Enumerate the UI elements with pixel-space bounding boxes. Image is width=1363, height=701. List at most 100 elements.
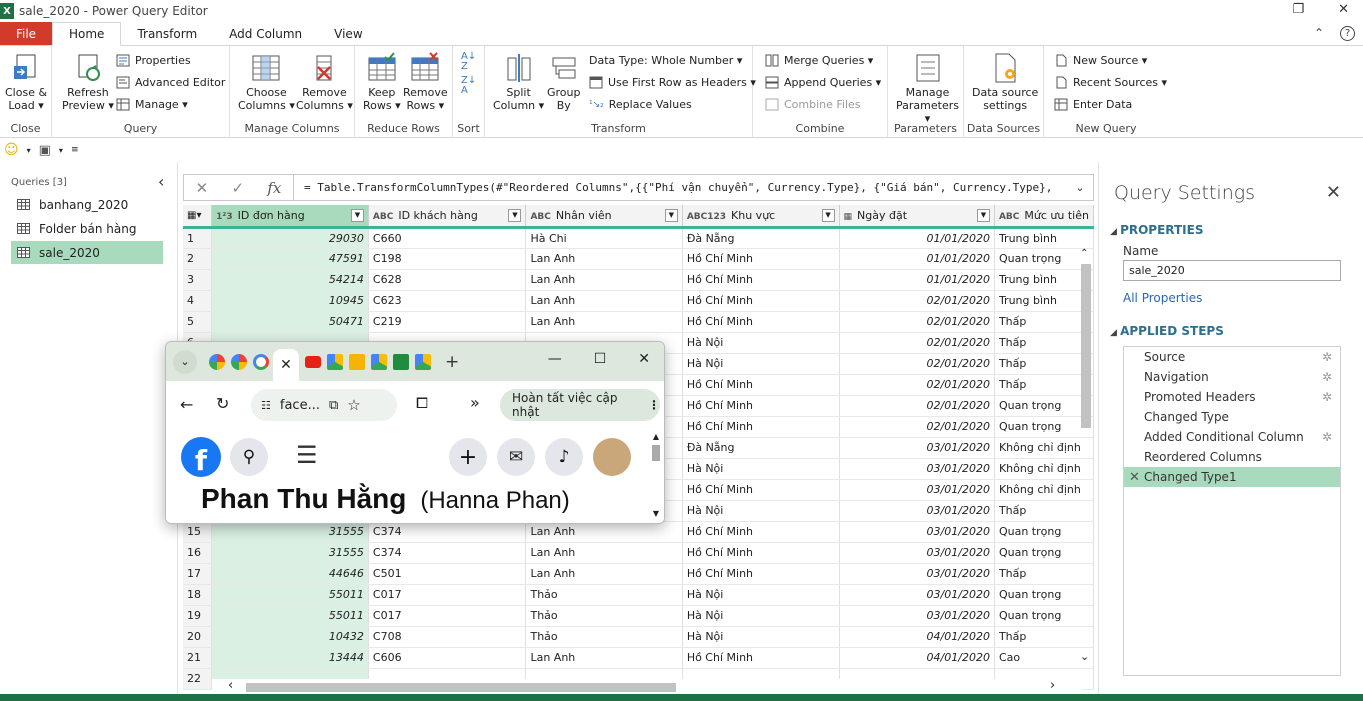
row-number[interactable]: 22 [183, 668, 213, 690]
collapse-ribbon-icon[interactable]: ⌃ [1314, 26, 1324, 41]
fx-icon[interactable]: fx [267, 179, 281, 197]
more-tools-icon[interactable]: » [470, 393, 480, 412]
close-icon[interactable]: ✕ [1338, 2, 1349, 17]
table-cell[interactable]: C501 [368, 563, 527, 585]
fb-notifications-icon[interactable]: ♪ [545, 438, 583, 476]
chrome-scrollbar[interactable]: ▲ ▼ [650, 432, 662, 522]
table-cell[interactable]: Lan Anh [525, 647, 683, 669]
slides-favicon-icon[interactable] [349, 353, 365, 370]
table-row[interactable]: 2 47591 C198 Lan Anh Hồ Chí Minh 01/01/2020 Qu… [183, 248, 1094, 270]
combine-files-button[interactable]: Combine Files [765, 98, 861, 111]
enter-data-button[interactable]: Enter Data [1054, 98, 1132, 111]
table-cell[interactable]: Hà Chi [525, 227, 683, 249]
column-filter-icon[interactable]: ▼ [976, 209, 990, 222]
table-row[interactable]: 1 29030 C660 Hà Chi Đà Nẵng 01/01/2020 Trung b… [183, 227, 1094, 249]
table-cell[interactable]: 04/01/2020 [839, 626, 995, 648]
table-cell[interactable]: Thảo [525, 605, 683, 627]
table-cell[interactable]: Hồ Chí Minh [682, 269, 840, 291]
cancel-formula-icon[interactable]: ✕ [196, 179, 209, 197]
row-number[interactable]: 18 [183, 584, 213, 606]
fb-messenger-icon[interactable]: ✉ [497, 438, 535, 476]
google-favicon-icon[interactable] [253, 353, 269, 370]
table-cell[interactable]: C628 [368, 269, 527, 291]
table-cell[interactable]: C374 [368, 521, 527, 543]
table-cell[interactable]: 02/01/2020 [839, 353, 995, 375]
scroll-up-icon[interactable]: ⌃ [1080, 248, 1088, 259]
table-cell[interactable]: 01/01/2020 [839, 248, 995, 270]
column-type-icon[interactable]: ▦ [844, 212, 853, 222]
back-icon[interactable]: ← [180, 395, 193, 414]
table-cell[interactable]: Hà Nội [682, 626, 840, 648]
menu-dots-icon[interactable]: ⋮ [648, 398, 660, 412]
column-header[interactable]: ABC ID khách hàng ▼ [368, 205, 527, 229]
formula-input[interactable]: = Table.TransformColumnTypes(#"Reordered… [294, 181, 1067, 194]
table-cell[interactable]: Hồ Chí Minh [682, 248, 840, 270]
table-cell[interactable]: 44646 [211, 563, 369, 585]
horizontal-scrollbar[interactable]: ‹ › [212, 678, 1082, 695]
table-cell[interactable]: 02/01/2020 [839, 332, 995, 354]
install-app-icon[interactable]: ⧉ [329, 398, 338, 413]
customize-qat-icon[interactable]: ≡ [71, 145, 79, 155]
new-tab-icon[interactable]: + [445, 352, 459, 372]
clipboard-icon[interactable]: ▣ [39, 143, 51, 158]
table-cell[interactable]: 10432 [211, 626, 369, 648]
site-settings-icon[interactable]: ☷ [261, 399, 271, 412]
table-cell[interactable]: Lan Anh [525, 248, 683, 270]
data-type-dropdown[interactable]: Data Type: Whole Number ▾ [589, 54, 742, 67]
applied-step[interactable]: Navigation ✲ [1124, 367, 1340, 387]
column-header[interactable]: ABC Nhân viên ▼ [525, 205, 683, 229]
remove-columns-button[interactable]: Remove Columns ▾ [296, 52, 353, 112]
table-cell[interactable]: 03/01/2020 [839, 458, 995, 480]
applied-step[interactable]: Added Conditional Column ✲ [1124, 427, 1340, 447]
query-item-sale-2020[interactable]: sale_2020 [11, 241, 163, 264]
table-cell[interactable]: Hồ Chí Minh [682, 374, 840, 396]
table-cell[interactable]: Lan Anh [525, 269, 683, 291]
sheets-favicon-icon[interactable] [393, 353, 409, 370]
manage-parameters-button[interactable]: Manage Parameters ▾ [892, 52, 963, 125]
column-header[interactable]: ABC Mức ưu tiên [994, 205, 1094, 229]
fb-create-icon[interactable]: + [449, 438, 487, 476]
table-cell[interactable]: C606 [368, 647, 527, 669]
table-cell[interactable]: Thảo [525, 584, 683, 606]
table-cell[interactable]: Lan Anh [525, 563, 683, 585]
applied-step[interactable]: Source ✲ [1124, 347, 1340, 367]
table-cell[interactable]: 03/01/2020 [839, 521, 995, 543]
chrome-maximize-icon[interactable]: ☐ [594, 351, 607, 367]
table-cell[interactable]: 03/01/2020 [839, 500, 995, 522]
table-cell[interactable]: C708 [368, 626, 527, 648]
column-type-icon[interactable]: ABC [999, 212, 1019, 222]
merge-queries-button[interactable]: Merge Queries ▾ [765, 54, 873, 67]
keep-rows-button[interactable]: Keep Rows ▾ [363, 52, 401, 112]
extensions-icon[interactable]: ⧠ [416, 394, 428, 412]
vertical-scrollbar[interactable]: ⌃ ⌄ [1078, 248, 1094, 670]
column-header[interactable]: ABC123 Khu vực ▼ [682, 205, 840, 229]
google-lens-favicon-icon[interactable] [209, 353, 225, 370]
scroll-down-icon[interactable]: ⌄ [1080, 650, 1089, 663]
table-cell[interactable]: 03/01/2020 [839, 584, 995, 606]
row-number[interactable]: 1 [183, 227, 213, 249]
applied-step[interactable]: Promoted Headers ✲ [1124, 387, 1340, 407]
append-queries-button[interactable]: Append Queries ▾ [765, 76, 881, 89]
row-number[interactable]: 21 [183, 647, 213, 669]
table-cell[interactable]: Hà Nội [682, 458, 840, 480]
table-cell[interactable]: Hà Nội [682, 500, 840, 522]
table-cell[interactable]: Hà Nội [682, 584, 840, 606]
column-type-icon[interactable]: ABC123 [687, 212, 726, 222]
youtube-favicon-icon[interactable] [305, 355, 321, 368]
table-cell[interactable]: Đà Nẵng [682, 227, 840, 249]
table-cell[interactable]: Hồ Chí Minh [682, 311, 840, 333]
close-load-button[interactable]: Close & Load ▾ [5, 52, 47, 112]
select-all-corner[interactable]: ▦▾ [183, 205, 213, 229]
tab-file[interactable]: File [0, 22, 52, 45]
table-cell[interactable]: Trung bình [994, 227, 1094, 249]
step-settings-gear-icon[interactable]: ✲ [1322, 350, 1332, 364]
facebook-logo-icon[interactable]: f [181, 437, 221, 477]
row-number[interactable]: 20 [183, 626, 213, 648]
row-number[interactable]: 16 [183, 542, 213, 564]
table-cell[interactable]: C660 [368, 227, 527, 249]
table-cell[interactable]: 13444 [211, 647, 369, 669]
table-cell[interactable]: Hồ Chí Minh [682, 290, 840, 312]
column-header[interactable]: ▦ Ngày đặt ▼ [839, 205, 995, 229]
table-row[interactable]: 20 10432 C708 Thảo Hà Nội 04/01/2020 Thấp [183, 626, 1094, 648]
recent-sources-button[interactable]: Recent Sources ▾ [1054, 76, 1167, 89]
